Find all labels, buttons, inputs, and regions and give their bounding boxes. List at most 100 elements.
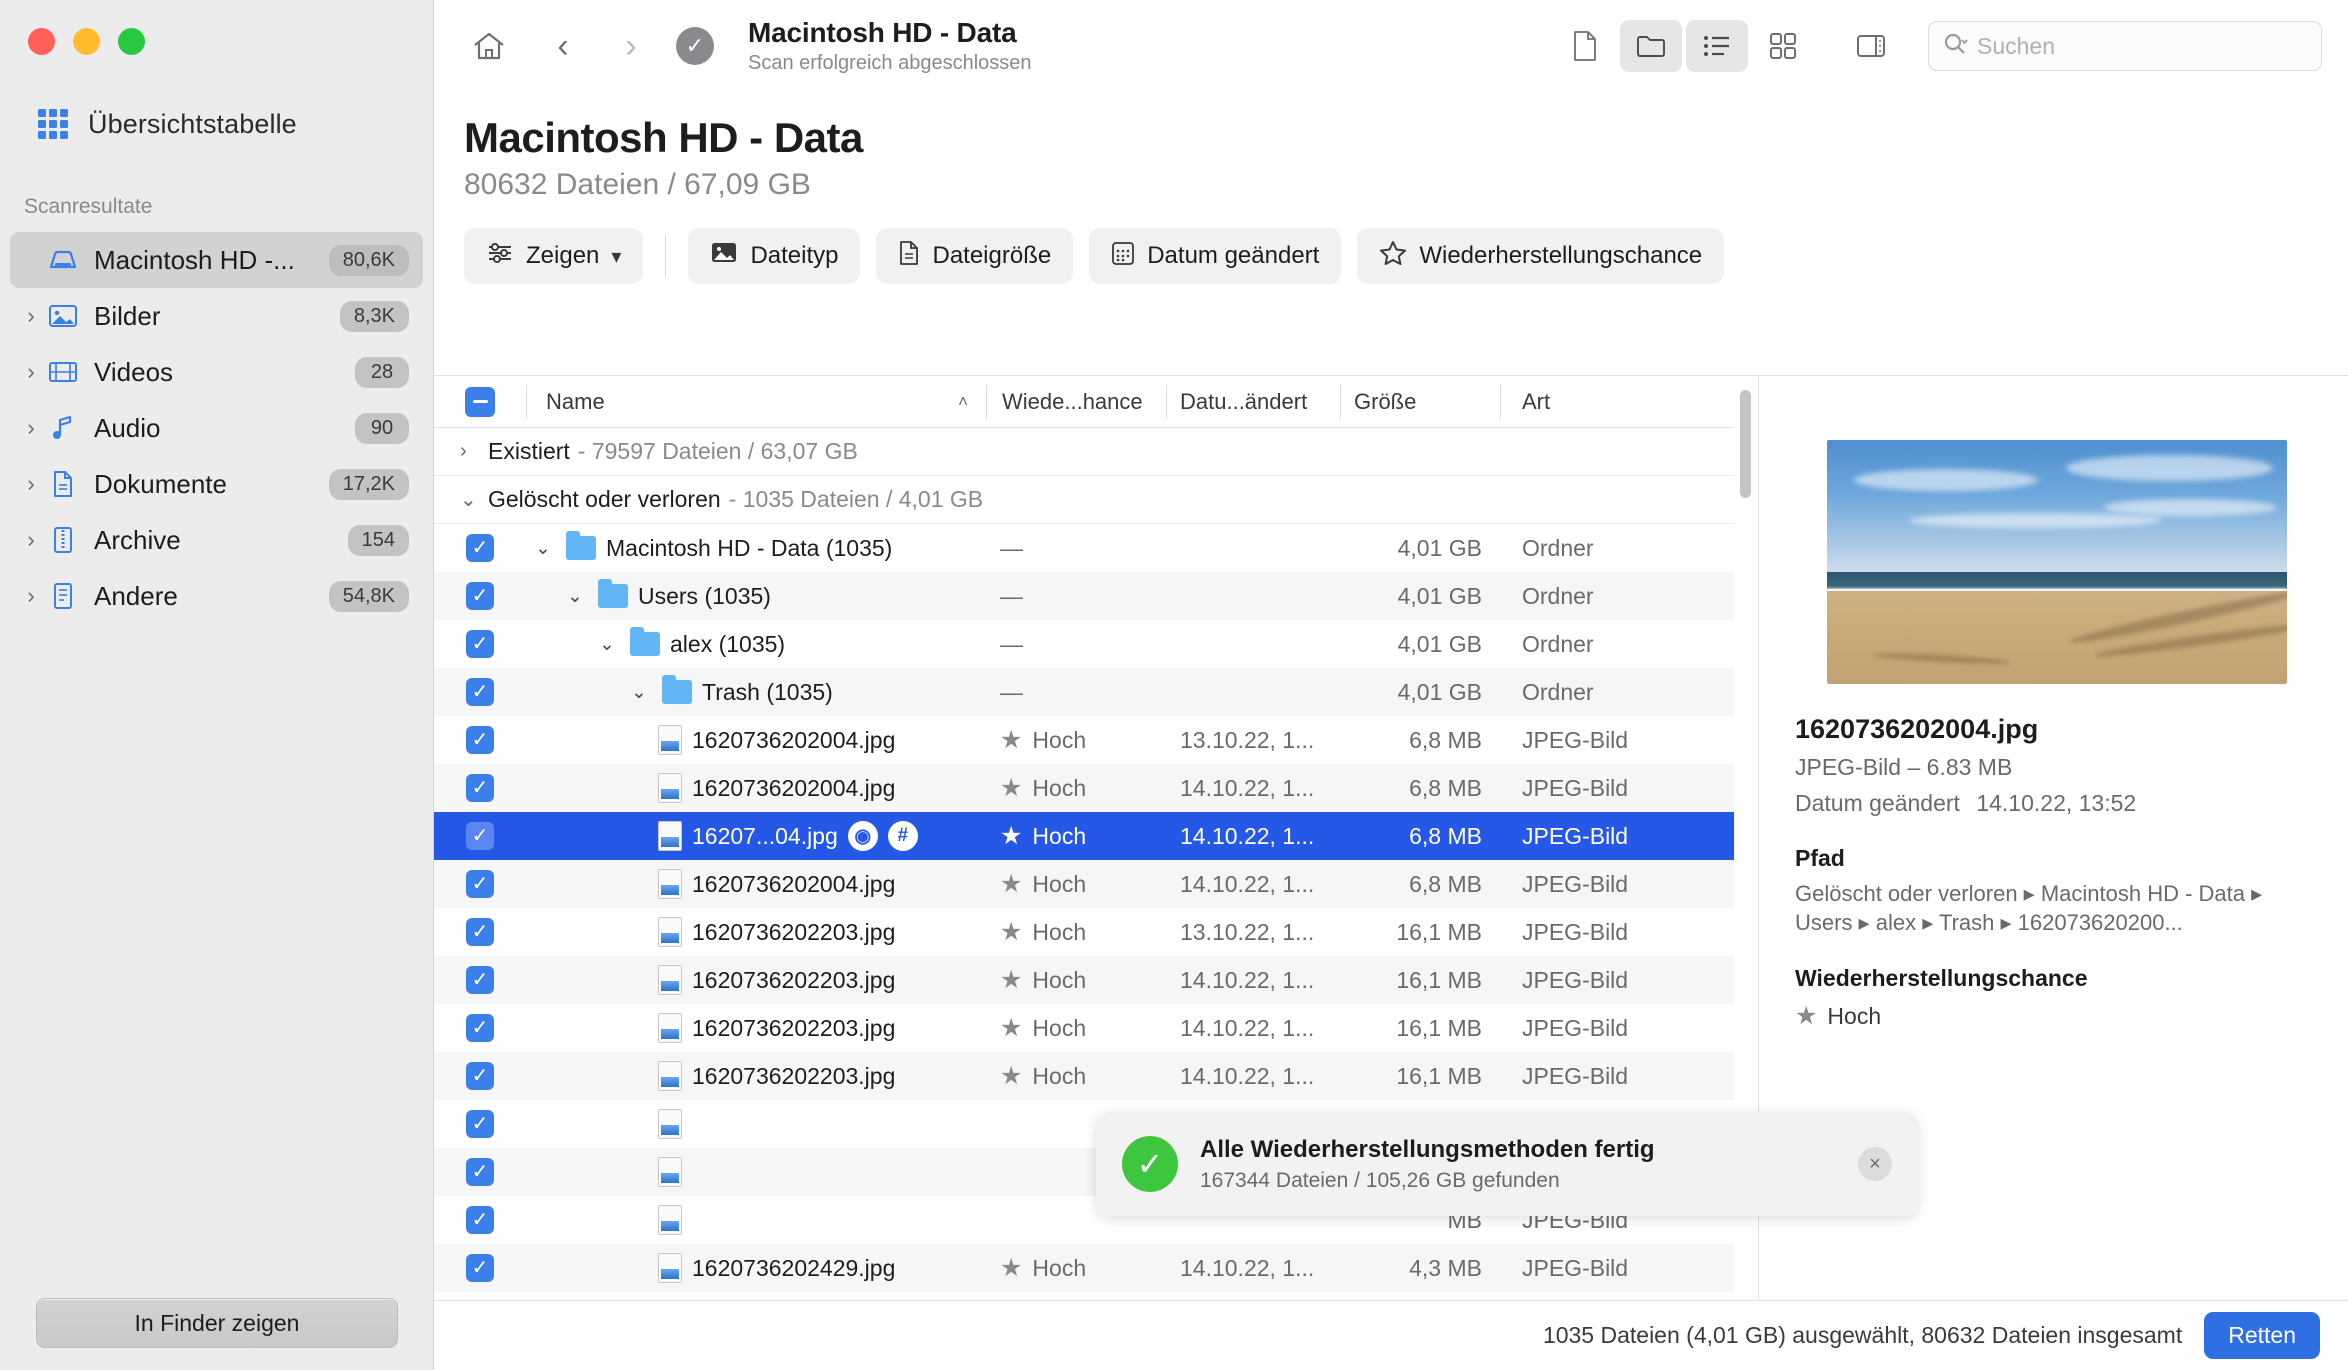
row-checkbox[interactable]: ✓ <box>434 1148 526 1196</box>
search-input[interactable]: Suchen <box>1928 21 2322 71</box>
collapse-chevron-icon[interactable]: ⌄ <box>530 537 556 560</box>
list-view-button[interactable] <box>1686 20 1748 72</box>
inspector-chance-row: ★ Hoch <box>1795 1001 2318 1031</box>
expand-chevron-icon[interactable]: › <box>460 440 488 463</box>
collapse-chevron-icon[interactable]: ⌄ <box>594 633 620 656</box>
collapse-chevron-icon[interactable]: ⌄ <box>460 487 488 512</box>
row-checkbox[interactable]: ✓ <box>434 572 526 620</box>
row-checkbox[interactable]: ✓ <box>434 1244 526 1292</box>
table-row[interactable]: ✓1620736202203.jpg★Hoch14.10.22, 1...16,… <box>434 1052 1734 1100</box>
video-icon <box>44 359 82 385</box>
overview-table-item[interactable]: Übersichtstabelle <box>26 100 309 148</box>
table-row[interactable]: ✓1620736202203.jpg★Hoch14.10.22, 1...16,… <box>434 1004 1734 1052</box>
expand-chevron-icon[interactable]: › <box>18 585 44 607</box>
group-row-geloescht[interactable]: ⌄ Gelöscht oder verloren - 1035 Dateien … <box>434 476 1734 524</box>
row-checkbox[interactable]: ✓ <box>434 956 526 1004</box>
close-window-button[interactable] <box>28 28 55 55</box>
sidebar-item-videos[interactable]: › Videos 28 <box>10 344 423 400</box>
star-icon: ★ <box>1000 773 1022 803</box>
table-row[interactable]: ✓1620736202004.jpg★Hoch13.10.22, 1...6,8… <box>434 716 1734 764</box>
collapse-chevron-icon[interactable]: ⌄ <box>626 681 652 704</box>
row-checkbox[interactable]: ✓ <box>434 620 526 668</box>
expand-chevron-icon[interactable]: › <box>18 473 44 495</box>
row-checkbox[interactable]: ✓ <box>434 1196 526 1244</box>
folder-view-button[interactable] <box>1620 20 1682 72</box>
search-icon <box>1943 32 1969 61</box>
sidebar-item-dokumente[interactable]: › Dokumente 17,2K <box>10 456 423 512</box>
row-chance-value: Hoch <box>1032 919 1086 946</box>
home-icon[interactable] <box>462 19 516 73</box>
minimize-window-button[interactable] <box>73 28 100 55</box>
filter-dateigroesse-button[interactable]: Dateigröße <box>876 228 1073 284</box>
scan-results-heading: Scanresultate <box>24 195 152 219</box>
page-title: Macintosh HD - Data <box>464 114 2348 162</box>
row-checkbox[interactable]: ✓ <box>434 812 526 860</box>
row-checkbox[interactable]: ✓ <box>434 524 526 572</box>
image-icon <box>710 241 738 272</box>
row-checkbox[interactable]: ✓ <box>434 1004 526 1052</box>
expand-chevron-icon[interactable]: › <box>18 361 44 383</box>
checked-checkbox-icon: ✓ <box>466 918 494 946</box>
row-checkbox[interactable]: ✓ <box>434 1052 526 1100</box>
close-icon[interactable]: × <box>1858 1147 1892 1181</box>
inspector-chance-heading: Wiederherstellungschance <box>1795 965 2318 992</box>
table-row[interactable]: ✓⌄Macintosh HD - Data (1035)—4,01 GBOrdn… <box>434 524 1734 572</box>
select-all-checkbox[interactable] <box>434 376 526 428</box>
filter-dateityp-button[interactable]: Dateityp <box>688 228 860 284</box>
sidebar-item-audio[interactable]: › Audio 90 <box>10 400 423 456</box>
sidebar-item-andere[interactable]: › Andere 54,8K <box>10 568 423 624</box>
success-check-icon: ✓ <box>1122 1136 1178 1192</box>
table-row[interactable]: ✓16207...04.jpg◉#★Hoch14.10.22, 1...6,8 … <box>434 812 1734 860</box>
filter-wiederherstellungschance-button[interactable]: Wiederherstellungschance <box>1357 228 1724 284</box>
table-row[interactable]: ✓⌄alex (1035)—4,01 GBOrdner <box>434 620 1734 668</box>
table-row[interactable]: ✓⌄Users (1035)—4,01 GBOrdner <box>434 572 1734 620</box>
column-header-chance[interactable]: Wiede...hance <box>986 376 1166 428</box>
table-row[interactable]: ✓1620736202203.jpg★Hoch14.10.22, 1...16,… <box>434 956 1734 1004</box>
filter-datum-geaendert-button[interactable]: Datum geändert <box>1089 228 1341 284</box>
column-header-date[interactable]: Datu...ändert <box>1166 376 1340 428</box>
sidebar-item-archive[interactable]: › Archive 154 <box>10 512 423 568</box>
row-date-cell: 14.10.22, 1... <box>1166 764 1340 812</box>
show-in-finder-button[interactable]: In Finder zeigen <box>36 1298 398 1348</box>
show-filter-button[interactable]: Zeigen ▾ <box>464 228 643 284</box>
zoom-window-button[interactable] <box>118 28 145 55</box>
expand-chevron-icon[interactable]: › <box>18 529 44 551</box>
row-kind-cell: Ordner <box>1500 620 1734 668</box>
row-checkbox[interactable]: ✓ <box>434 908 526 956</box>
collapse-chevron-icon[interactable]: ⌄ <box>562 585 588 608</box>
toast-text-block: Alle Wiederherstellungsmethoden fertig 1… <box>1200 1136 1655 1193</box>
eye-icon[interactable]: ◉ <box>848 821 878 851</box>
table-row[interactable]: ✓1620736202004.jpg★Hoch14.10.22, 1...6,8… <box>434 764 1734 812</box>
column-header-name[interactable]: Name ˄ <box>526 376 986 428</box>
inspector-date-row: Datum geändert 14.10.22, 13:52 <box>1795 790 2318 817</box>
file-view-button[interactable] <box>1554 20 1616 72</box>
chevron-down-icon: ▾ <box>611 244 621 269</box>
row-checkbox[interactable]: ✓ <box>434 764 526 812</box>
expand-chevron-icon[interactable]: › <box>18 417 44 439</box>
table-row[interactable]: ✓1620736202429.jpg★Hoch14.10.22, 1...4,3… <box>434 1244 1734 1292</box>
row-checkbox[interactable]: ✓ <box>434 668 526 716</box>
sidebar-item-bilder[interactable]: › Bilder 8,3K <box>10 288 423 344</box>
table-row[interactable]: ✓1620736202004.jpg★Hoch14.10.22, 1...6,8… <box>434 860 1734 908</box>
recover-button[interactable]: Retten <box>2204 1312 2320 1359</box>
back-button[interactable]: ‹ <box>536 19 590 73</box>
column-header-kind[interactable]: Art <box>1500 376 1734 428</box>
group-row-existiert[interactable]: › Existiert - 79597 Dateien / 63,07 GB <box>434 428 1734 476</box>
row-checkbox[interactable]: ✓ <box>434 716 526 764</box>
table-row[interactable]: ✓1620736202203.jpg★Hoch13.10.22, 1...16,… <box>434 908 1734 956</box>
hash-icon[interactable]: # <box>888 821 918 851</box>
column-header-size[interactable]: Größe <box>1340 376 1500 428</box>
table-row[interactable]: ✓⌄Trash (1035)—4,01 GBOrdner <box>434 668 1734 716</box>
row-kind-cell: JPEG-Bild <box>1500 1004 1734 1052</box>
grid-view-button[interactable] <box>1752 20 1814 72</box>
row-checkbox[interactable]: ✓ <box>434 1100 526 1148</box>
inspector-toggle-button[interactable] <box>1840 20 1902 72</box>
forward-button[interactable]: › <box>604 19 658 73</box>
scrollbar-thumb[interactable] <box>1740 390 1751 498</box>
row-size-cell: 16,1 MB <box>1340 1052 1500 1100</box>
column-label: Name <box>546 389 605 415</box>
sidebar-item-macintosh-hd-data[interactable]: Macintosh HD -... 80,6K <box>10 232 423 288</box>
row-checkbox[interactable]: ✓ <box>434 860 526 908</box>
expand-chevron-icon[interactable]: › <box>18 305 44 327</box>
filter-label: Datum geändert <box>1147 242 1319 270</box>
